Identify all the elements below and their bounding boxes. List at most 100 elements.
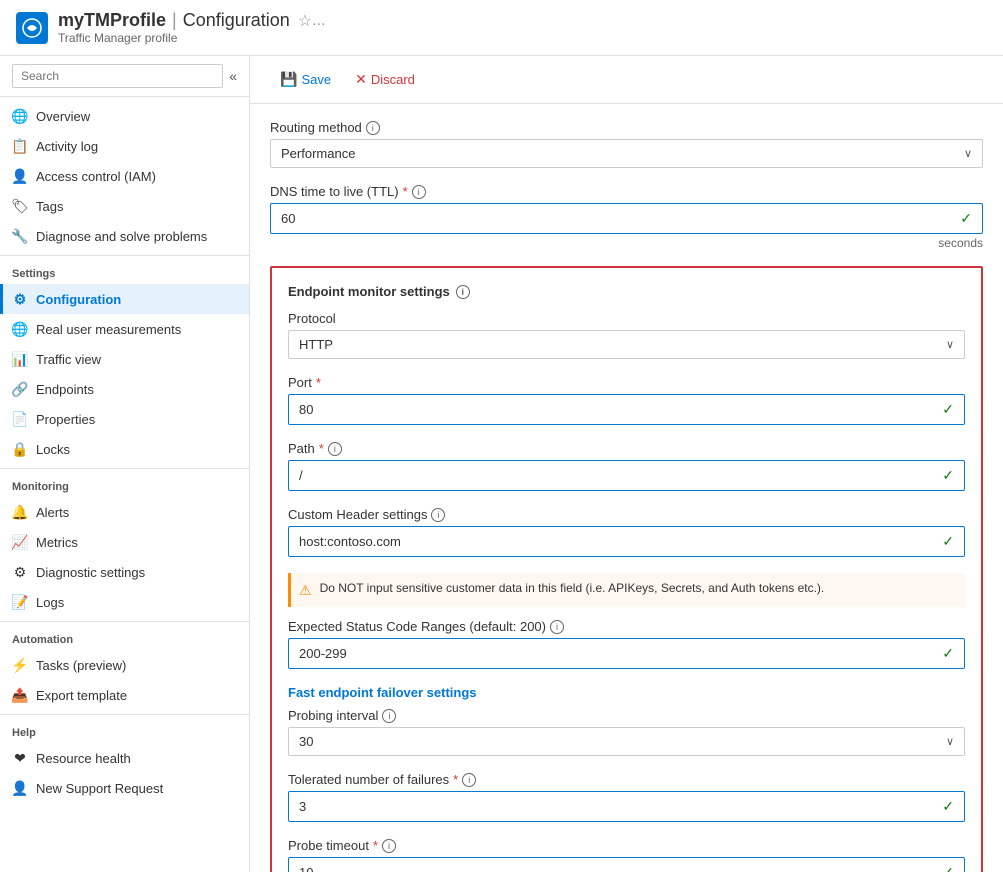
diagnose-icon: 🔧	[12, 228, 28, 244]
configuration-content: Routing method i Performance ∨ DNS time …	[250, 104, 1003, 872]
overview-icon: 🌐	[12, 108, 28, 124]
sidebar-collapse-button[interactable]: «	[229, 68, 237, 84]
endpoints-icon: 🔗	[12, 381, 28, 397]
routing-method-label: Routing method i	[270, 120, 983, 135]
sidebar-item-configuration[interactable]: ⚙ Configuration	[0, 284, 249, 314]
probe-timeout-input[interactable]: 10 ✓	[288, 857, 965, 872]
timeout-info-icon[interactable]: i	[382, 839, 396, 853]
sidebar-item-access-control[interactable]: 👤 Access control (IAM)	[0, 161, 249, 191]
search-input[interactable]	[12, 64, 223, 88]
failures-label: Tolerated number of failures * i	[288, 772, 965, 787]
sidebar-item-endpoints[interactable]: 🔗 Endpoints	[0, 374, 249, 404]
path-check-icon: ✓	[942, 467, 954, 484]
configuration-icon: ⚙	[12, 291, 28, 307]
sidebar-item-metrics[interactable]: 📈 Metrics	[0, 527, 249, 557]
sidebar-label-resource-health: Resource health	[36, 751, 131, 766]
settings-section-label: Settings	[0, 255, 249, 284]
more-options-icon[interactable]: ...	[312, 12, 325, 30]
status-codes-group: Expected Status Code Ranges (default: 20…	[288, 619, 965, 669]
dns-ttl-input[interactable]: 60 ✓	[270, 203, 983, 234]
dns-required-marker: *	[403, 184, 408, 199]
sidebar-label-configuration: Configuration	[36, 292, 121, 307]
sidebar-item-traffic-view[interactable]: 📊 Traffic view	[0, 344, 249, 374]
status-codes-label: Expected Status Code Ranges (default: 20…	[288, 619, 965, 634]
path-input[interactable]: / ✓	[288, 460, 965, 491]
probing-info-icon[interactable]: i	[382, 709, 396, 723]
sidebar-item-alerts[interactable]: 🔔 Alerts	[0, 497, 249, 527]
port-input[interactable]: 80 ✓	[288, 394, 965, 425]
export-icon: 📤	[12, 687, 28, 703]
save-button[interactable]: 💾 Save	[270, 66, 341, 93]
probing-interval-label: Probing interval i	[288, 708, 965, 723]
path-group: Path * i / ✓	[288, 441, 965, 491]
custom-header-input[interactable]: host:contoso.com ✓	[288, 526, 965, 557]
sidebar-item-tags[interactable]: 🏷 Tags	[0, 191, 249, 221]
probe-timeout-label: Probe timeout * i	[288, 838, 965, 853]
sidebar-item-activity-log[interactable]: 📋 Activity log	[0, 131, 249, 161]
dns-ttl-label: DNS time to live (TTL) * i	[270, 184, 983, 199]
fast-failover-title: Fast endpoint failover settings	[288, 685, 965, 700]
probe-timeout-group: Probe timeout * i 10 ✓ seconds	[288, 838, 965, 872]
metrics-icon: 📈	[12, 534, 28, 550]
properties-icon: 📄	[12, 411, 28, 427]
port-required-marker: *	[316, 375, 321, 390]
monitoring-section-label: Monitoring	[0, 468, 249, 497]
sidebar-item-diagnose[interactable]: 🔧 Diagnose and solve problems	[0, 221, 249, 251]
sidebar-label-support: New Support Request	[36, 781, 163, 796]
protocol-dropdown[interactable]: HTTP ∨	[288, 330, 965, 359]
resource-name: myTMProfile	[58, 10, 166, 31]
custom-header-group: Custom Header settings i host:contoso.co…	[288, 507, 965, 557]
sidebar-nav: 🌐 Overview 📋 Activity log 👤 Access contr…	[0, 97, 249, 807]
sidebar-item-support[interactable]: 👤 New Support Request	[0, 773, 249, 803]
discard-label: Discard	[371, 72, 415, 87]
path-info-icon[interactable]: i	[328, 442, 342, 456]
warning-icon: ⚠	[299, 582, 312, 599]
sidebar-item-logs[interactable]: 📝 Logs	[0, 587, 249, 617]
sidebar-label-endpoints: Endpoints	[36, 382, 94, 397]
status-codes-input[interactable]: 200-299 ✓	[288, 638, 965, 669]
warning-message: Do NOT input sensitive customer data in …	[320, 581, 825, 595]
sidebar-label-locks: Locks	[36, 442, 70, 457]
endpoint-monitor-info-icon[interactable]: i	[456, 285, 470, 299]
dns-info-icon[interactable]: i	[412, 185, 426, 199]
page-title: Configuration	[183, 10, 290, 31]
failures-check-icon: ✓	[942, 798, 954, 815]
discard-button[interactable]: ✕ Discard	[345, 66, 425, 93]
probing-interval-dropdown[interactable]: 30 ∨	[288, 727, 965, 756]
sidebar-item-overview[interactable]: 🌐 Overview	[0, 101, 249, 131]
activity-log-icon: 📋	[12, 138, 28, 154]
main-content: 💾 Save ✕ Discard Routing method i Perfor…	[250, 56, 1003, 872]
routing-method-group: Routing method i Performance ∨	[270, 120, 983, 168]
timeout-check-icon: ✓	[942, 864, 954, 872]
favorite-icon[interactable]: ☆	[298, 11, 312, 31]
sidebar-label-metrics: Metrics	[36, 535, 78, 550]
help-section-label: Help	[0, 714, 249, 743]
port-check-icon: ✓	[942, 401, 954, 418]
sidebar-label-traffic-view: Traffic view	[36, 352, 101, 367]
sidebar-item-properties[interactable]: 📄 Properties	[0, 404, 249, 434]
status-codes-check-icon: ✓	[942, 645, 954, 662]
failures-input[interactable]: 3 ✓	[288, 791, 965, 822]
custom-header-info-icon[interactable]: i	[431, 508, 445, 522]
sidebar-item-export[interactable]: 📤 Export template	[0, 680, 249, 710]
routing-info-icon[interactable]: i	[366, 121, 380, 135]
sidebar-item-resource-health[interactable]: ❤ Resource health	[0, 743, 249, 773]
sidebar-item-diagnostic[interactable]: ⚙ Diagnostic settings	[0, 557, 249, 587]
sidebar-item-locks[interactable]: 🔒 Locks	[0, 434, 249, 464]
locks-icon: 🔒	[12, 441, 28, 457]
sidebar-label-real-user: Real user measurements	[36, 322, 181, 337]
status-codes-info-icon[interactable]: i	[550, 620, 564, 634]
routing-method-dropdown[interactable]: Performance ∨	[270, 139, 983, 168]
sidebar-label-tags: Tags	[36, 199, 63, 214]
port-label: Port *	[288, 375, 965, 390]
protocol-label: Protocol	[288, 311, 965, 326]
discard-icon: ✕	[355, 71, 367, 88]
sidebar-label-access-control: Access control (IAM)	[36, 169, 156, 184]
sidebar-item-real-user[interactable]: 🌐 Real user measurements	[0, 314, 249, 344]
custom-header-check-icon: ✓	[942, 533, 954, 550]
sidebar-item-tasks[interactable]: ⚡ Tasks (preview)	[0, 650, 249, 680]
failures-info-icon[interactable]: i	[462, 773, 476, 787]
sidebar-label-activity-log: Activity log	[36, 139, 98, 154]
dns-check-icon: ✓	[960, 210, 972, 227]
sensitive-data-warning: ⚠ Do NOT input sensitive customer data i…	[288, 573, 965, 607]
